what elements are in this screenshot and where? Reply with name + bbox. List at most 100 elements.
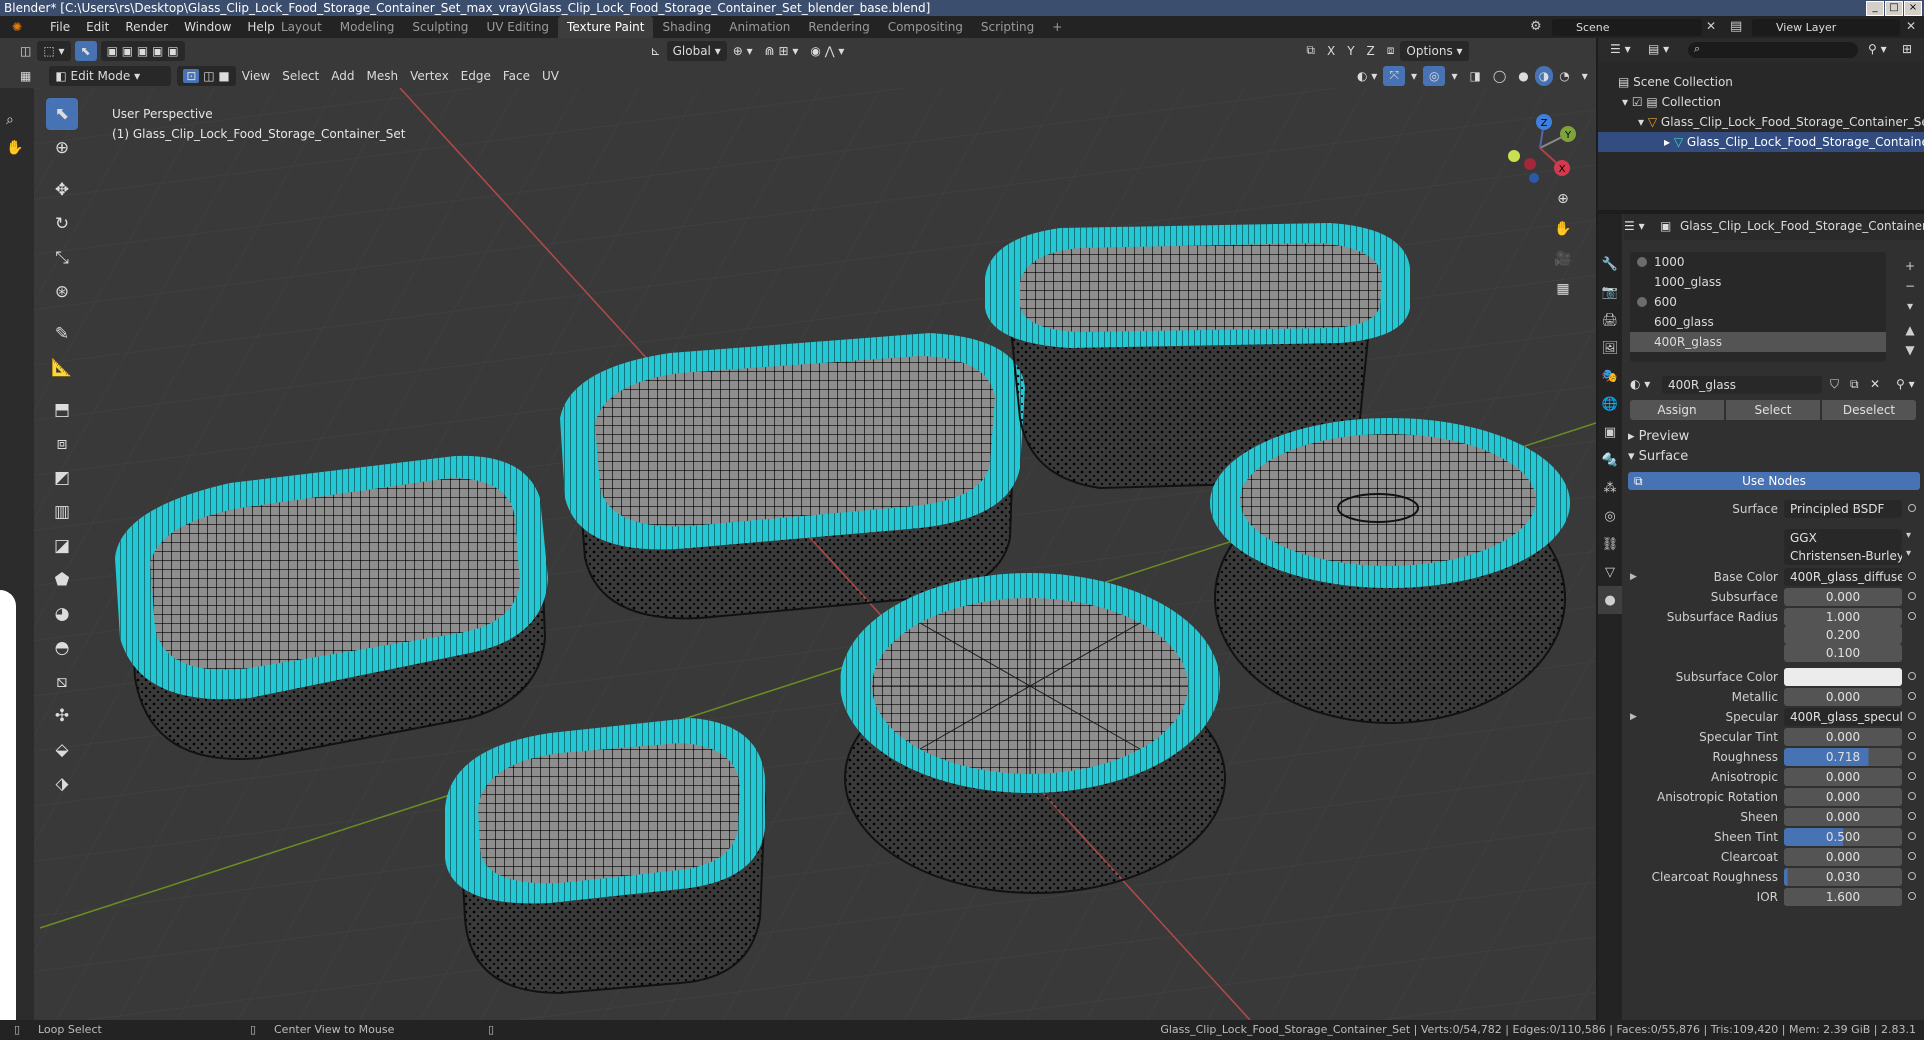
link-dot-icon[interactable] (1908, 892, 1916, 900)
menu-face[interactable]: Face (497, 66, 536, 86)
material-slot[interactable]: 1000 (1630, 252, 1886, 272)
knife-tool-icon[interactable]: ◪ (46, 530, 78, 562)
slot-menu-icon[interactable]: ▾ (1900, 296, 1920, 316)
physics-tab-icon[interactable]: ◎ (1598, 502, 1622, 530)
menu-vertex[interactable]: Vertex (404, 66, 455, 86)
expand-arrow-icon[interactable]: ▶ (1630, 566, 1637, 588)
surface-panel-header[interactable]: ▾ Surface (1628, 446, 1688, 468)
filter-icon[interactable]: ⚲ ▾ (1868, 42, 1887, 56)
menu-edge[interactable]: Edge (455, 66, 497, 86)
prop-value[interactable]: 400R_glass_diffuse.p... (1784, 568, 1902, 586)
material-name-field[interactable]: 400R_glass (1662, 376, 1822, 394)
container-large-left[interactable] (115, 455, 548, 760)
link-dot-icon[interactable] (1908, 812, 1916, 820)
tab-compositing[interactable]: Compositing (879, 16, 972, 38)
measure-tool-icon[interactable]: 📐 (46, 352, 78, 384)
prop-value[interactable]: 0.000 (1784, 808, 1902, 826)
scene-delete-icon[interactable]: ✕ (1706, 19, 1716, 33)
link-dot-icon[interactable] (1908, 772, 1916, 780)
prop-subsurface[interactable]: Subsurface 0.000 (1624, 586, 1924, 608)
expand-arrow-icon[interactable]: ▾ (1622, 95, 1632, 109)
prop-value[interactable]: 0.000 (1784, 768, 1902, 786)
editor-type-icon[interactable]: ◫ (14, 41, 37, 61)
gizmo-neg-x-icon[interactable] (1524, 158, 1536, 170)
display-mode-icon[interactable]: ▤ ▾ (1648, 42, 1669, 56)
outliner-row-mesh-data[interactable]: ▸ ▽ Glass_Clip_Lock_Food_Storage_Contain… (1598, 132, 1924, 152)
prop-slider[interactable]: 0.718 (1784, 748, 1902, 766)
link-dot-icon[interactable] (1908, 872, 1916, 880)
pan-hand-icon[interactable]: ✋ (1550, 216, 1576, 242)
outliner-row-object[interactable]: ▾ ▽ Glass_Clip_Lock_Food_Storage_Contain… (1598, 112, 1924, 132)
zoom-icon[interactable]: ⊕ (1550, 186, 1576, 212)
prop-subsurface-method[interactable]: Christensen-Burley ▾ (1624, 545, 1924, 567)
auto-merge-icon[interactable]: ⧈ (1381, 41, 1401, 61)
wireframe-shading-icon[interactable]: ◯ (1487, 66, 1512, 86)
smooth-tool-icon[interactable]: ◓ (46, 632, 78, 664)
annotate-tool-icon[interactable]: ✎ (46, 318, 78, 350)
edge-slide-tool-icon[interactable]: ⧅ (46, 666, 78, 698)
navigation-gizmo[interactable]: Y X Z (1500, 108, 1580, 188)
search-icon[interactable]: ⌕ (6, 112, 14, 128)
data-tab-icon[interactable]: ▽ (1598, 558, 1622, 586)
menu-render[interactable]: Render (117, 20, 176, 34)
link-dot-icon[interactable] (1908, 732, 1916, 740)
prop-specular-tint[interactable]: Specular Tint 0.000 (1624, 726, 1924, 748)
gizmo-dropdown[interactable]: ▾ (1405, 66, 1423, 86)
outliner-search-input[interactable]: ⌕ (1688, 42, 1858, 58)
tab-layout[interactable]: Layout (272, 16, 331, 38)
rotate-tool-icon[interactable]: ↻ (46, 208, 78, 240)
link-dot-icon[interactable] (1908, 692, 1916, 700)
maximize-button[interactable]: □ (1885, 1, 1903, 16)
tab-sculpting[interactable]: Sculpting (403, 16, 477, 38)
menu-select[interactable]: Select (276, 66, 325, 86)
render-tab-icon[interactable]: 📷 (1598, 278, 1622, 306)
use-nodes-button[interactable]: ⧉ Use Nodes (1628, 472, 1920, 490)
orientation-icon[interactable]: ⊾ (645, 41, 667, 61)
visibility-icon[interactable]: ◐ ▾ (1351, 66, 1383, 86)
menu-mesh[interactable]: Mesh (361, 66, 405, 86)
select-tool-icon[interactable]: ⬉ (74, 40, 97, 61)
link-dot-icon[interactable] (1908, 672, 1916, 680)
tab-rendering[interactable]: Rendering (799, 16, 878, 38)
gizmo-neg-y-icon[interactable] (1508, 150, 1520, 162)
properties-editor-icon[interactable]: ☰ ▾ (1624, 219, 1645, 233)
prop-clearcoat-roughness[interactable]: Clearcoat Roughness 0.030 (1624, 866, 1924, 888)
prop-value[interactable]: 0.100 (1784, 644, 1902, 662)
prop-value[interactable]: 0.000 (1784, 788, 1902, 806)
overlay-toggle-icon[interactable]: ◎ (1422, 65, 1446, 86)
shading-dropdown[interactable]: ▾ (1576, 66, 1594, 86)
container-round-right[interactable] (1210, 418, 1570, 724)
proportional-edit-icon[interactable]: ◉ ⋀ ▾ (804, 41, 850, 61)
camera-icon[interactable]: 🎥 (1550, 246, 1576, 272)
link-dot-icon[interactable] (1908, 592, 1916, 600)
deselect-button[interactable]: Deselect (1822, 400, 1916, 420)
material-slot[interactable]: 600 (1630, 292, 1886, 312)
new-collection-icon[interactable]: ⊞ (1902, 42, 1912, 56)
link-dot-icon[interactable] (1908, 752, 1916, 760)
move-slot-up-icon[interactable]: ▲ (1900, 320, 1920, 340)
rip-tool-icon[interactable]: ⬗ (46, 768, 78, 800)
material-browse-icon[interactable]: ◐ ▾ (1630, 377, 1650, 391)
minimize-button[interactable]: _ (1866, 1, 1884, 16)
material-shading-icon[interactable]: ◑ (1534, 65, 1554, 86)
link-dot-icon[interactable] (1908, 712, 1916, 720)
material-slot[interactable]: 600_glass (1630, 312, 1886, 332)
view-layer-selector[interactable]: View Layer (1752, 19, 1900, 36)
axis-y-toggle[interactable]: Y (1341, 41, 1360, 61)
tab-animation[interactable]: Animation (720, 16, 799, 38)
move-tool-icon[interactable]: ✥ (46, 174, 78, 206)
select-modes-group[interactable]: ▣ ▣ ▣ ▣ ▣ (100, 40, 185, 61)
3d-viewport[interactable] (0, 38, 1596, 1020)
prop-value[interactable]: Principled BSDF (1784, 500, 1902, 518)
object-tab-icon[interactable]: ▣ (1598, 418, 1622, 446)
select-mode-dropdown[interactable]: ⬚ ▾ (37, 40, 71, 61)
hand-icon[interactable]: ✋ (6, 140, 23, 156)
world-tab-icon[interactable]: 🌐 (1598, 390, 1622, 418)
blender-logo-icon[interactable]: ✺ (4, 20, 42, 34)
prop-value[interactable]: 1.600 (1784, 888, 1902, 906)
ortho-grid-icon[interactable]: ▦ (1550, 276, 1576, 302)
preview-panel-header[interactable]: ▸ Preview (1628, 426, 1689, 448)
prop-value[interactable]: 0.000 (1784, 848, 1902, 866)
particles-tab-icon[interactable]: ⁂ (1598, 474, 1622, 502)
options-dropdown[interactable]: Options ▾ (1400, 40, 1469, 61)
